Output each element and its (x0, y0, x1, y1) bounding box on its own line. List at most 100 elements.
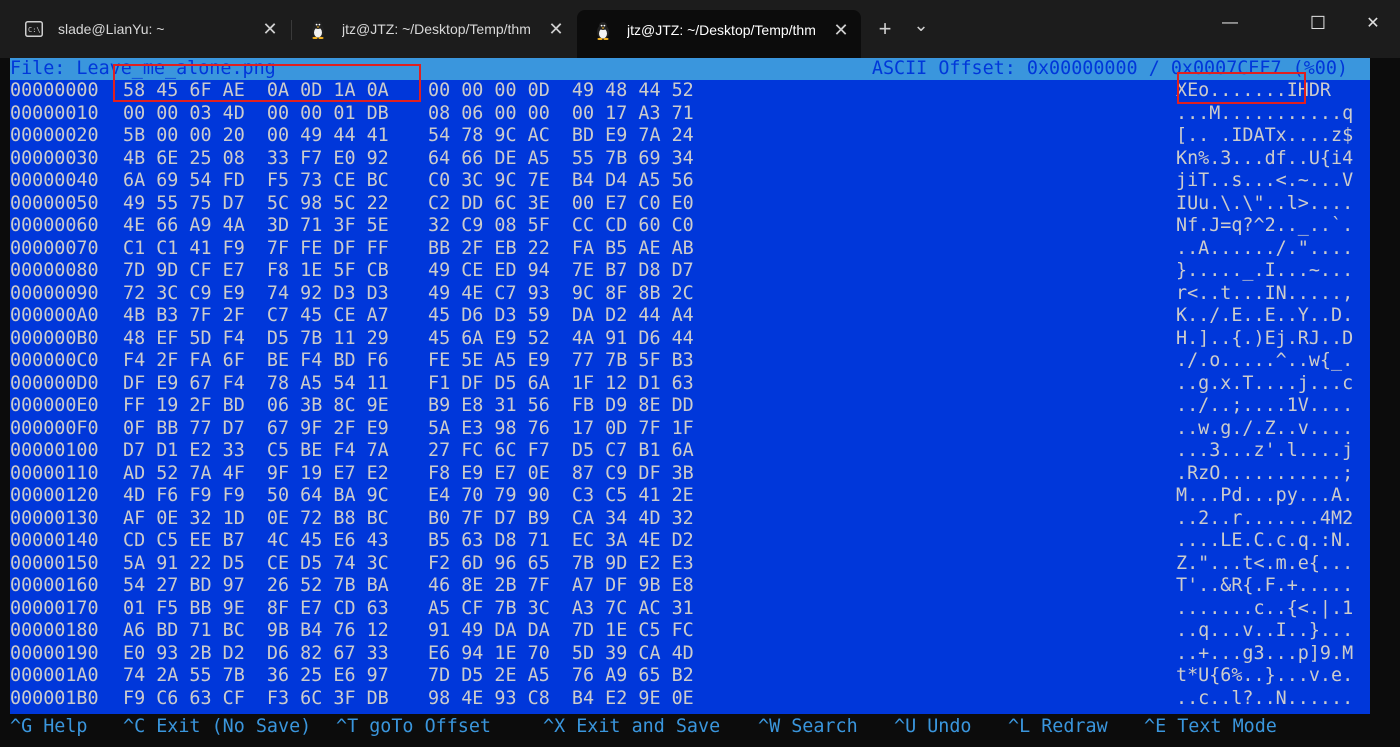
tab-label: slade@LianYu: ~ (58, 21, 165, 37)
hex-row[interactable]: 00000090 72 3C C9 E9 74 92 D3 D3 49 4E C7 … (10, 283, 1370, 306)
hex-bytes-group-2: B9 E8 31 56 FB D9 8E DD (428, 395, 694, 416)
hex-bytes-group-1: 54 27 BD 97 26 52 7B BA (123, 575, 389, 596)
hex-bytes-group-2: 45 D6 D3 59 DA D2 44 A4 (428, 305, 694, 326)
hex-bytes-group-2: 32 C9 08 5F CC CD 60 C0 (428, 215, 694, 236)
hex-offset: 00000130 (10, 507, 99, 529)
shortcut-hint: ^C Exit (No Save) (123, 716, 312, 737)
hex-bytes-group-1: 4B B3 7F 2F C7 45 CE A7 (123, 305, 389, 326)
hex-offset: 00000090 (10, 282, 99, 304)
hex-bytes-group-2: B5 63 D8 71 EC 3A 4E D2 (428, 530, 694, 551)
linux-penguin-icon (593, 20, 613, 40)
close-tab-icon[interactable]: ✕ (827, 16, 855, 44)
ascii-column: [.. .IDATx....z$ (1176, 125, 1354, 146)
hex-bytes-group-1: 0F BB 77 D7 67 9F 2F E9 (123, 417, 389, 439)
hex-row[interactable]: 00000140 CD C5 EE B7 4C 45 E6 43 B5 63 D8 … (10, 530, 1370, 553)
hex-row[interactable]: 00000120 4D F6 F9 F9 50 64 BA 9C E4 70 79 … (10, 485, 1370, 508)
hex-bytes-group-2: 08 06 00 00 00 17 A3 71 (428, 102, 694, 124)
tab-slade-lianyu[interactable]: C:\ slade@LianYu: ~ ✕ (8, 10, 290, 48)
hex-row[interactable]: 00000160 54 27 BD 97 26 52 7B BA 46 8E 2B … (10, 575, 1370, 598)
hex-offset: 00000050 (10, 192, 99, 214)
tab-jtz-thm-2-active[interactable]: jtz@JTZ: ~/Desktop/Temp/thm ✕ (577, 10, 861, 58)
hex-bytes-group-1: 74 2A 55 7B 36 25 E6 97 (123, 665, 389, 686)
ascii-column: .......c..{<.|.1 (1176, 597, 1354, 619)
hex-row[interactable]: 00000170 01 F5 BB 9E 8F E7 CD 63 A5 CF 7B … (10, 598, 1370, 621)
hex-row[interactable]: 00000130 AF 0E 32 1D 0E 72 B8 BC B0 7F D7 … (10, 508, 1370, 531)
new-tab-button[interactable]: + (870, 14, 900, 44)
scrollbar[interactable] (1370, 80, 1400, 720)
hex-row[interactable]: 000000B0 48 EF 5D F4 D5 7B 11 29 45 6A E9 … (10, 328, 1370, 351)
hex-row[interactable]: 000000F0 0F BB 77 D7 67 9F 2F E9 5A E3 98 … (10, 418, 1370, 441)
title-bar: C:\ slade@LianYu: ~ ✕ jtz@JTZ: ~/Desktop… (0, 0, 1400, 58)
shortcut-hint: ^W Search (758, 716, 858, 737)
close-window-button[interactable]: ✕ (1346, 0, 1400, 46)
ascii-column: ..q...v..I..}... (1176, 620, 1354, 641)
shortcut-hint: ^E Text Mode (1144, 716, 1277, 737)
hex-row[interactable]: 000000C0 F4 2F FA 6F BE F4 BD F6 FE 5E A5 … (10, 350, 1370, 373)
ascii-column: T'..&R{.F.+..... (1176, 575, 1354, 596)
hex-offset: 00000160 (10, 575, 99, 596)
hex-row[interactable]: 00000110 AD 52 7A 4F 9F 19 E7 E2 F8 E9 E7 … (10, 463, 1370, 486)
hex-row[interactable]: 000001B0 F9 C6 63 CF F3 6C 3F DB 98 4E 93 … (10, 688, 1370, 711)
ascii-column: ..+...g3...p]9.M (1176, 642, 1354, 664)
hex-row[interactable]: 00000030 4B 6E 25 08 33 F7 E0 92 64 66 DE … (10, 148, 1370, 171)
ascii-column: ..c..l?..N...... (1176, 687, 1354, 709)
hex-offset: 000000C0 (10, 350, 99, 371)
ascii-column: M...Pd...py...A. (1176, 485, 1354, 506)
hex-bytes-group-1: CD C5 EE B7 4C 45 E6 43 (123, 530, 389, 551)
hex-bytes-group-2: 7D D5 2E A5 76 A9 65 B2 (428, 665, 694, 686)
hex-offset: 00000190 (10, 642, 99, 664)
maximize-button[interactable]: ☐ (1288, 0, 1348, 46)
hex-bytes-group-1: 49 55 75 D7 5C 98 5C 22 (123, 192, 389, 214)
close-tab-icon[interactable]: ✕ (256, 15, 284, 43)
close-tab-icon[interactable]: ✕ (542, 15, 570, 43)
ascii-column: r<..t...IN....., (1176, 282, 1354, 304)
hex-row[interactable]: 000000E0 FF 19 2F BD 06 3B 8C 9E B9 E8 31 … (10, 395, 1370, 418)
hex-bytes-group-2: 5A E3 98 76 17 0D 7F 1F (428, 417, 694, 439)
hex-row[interactable]: 00000010 00 00 03 4D 00 00 01 DB 08 06 00 … (10, 103, 1370, 126)
hex-rows[interactable]: 00000000 58 45 6F AE 0A 0D 1A 0A 00 00 00 … (10, 80, 1370, 710)
hex-bytes-group-2: 46 8E 2B 7F A7 DF 9B E8 (428, 575, 694, 596)
ascii-column: }....._.I...~... (1176, 260, 1354, 281)
hex-row[interactable]: 00000040 6A 69 54 FD F5 73 CE BC C0 3C 9C … (10, 170, 1370, 193)
hex-bytes-group-1: 4E 66 A9 4A 3D 71 3F 5E (123, 215, 389, 236)
hex-offset: 00000150 (10, 552, 99, 574)
hex-offset: 000000A0 (10, 305, 99, 326)
hex-offset: 000001B0 (10, 687, 99, 709)
ascii-column: IUu.\.\"..l>.... (1176, 192, 1354, 214)
hex-bytes-group-1: 00 00 03 4D 00 00 01 DB (123, 102, 389, 124)
hex-row[interactable]: 000000A0 4B B3 7F 2F C7 45 CE A7 45 D6 D3 … (10, 305, 1370, 328)
hex-offset: 00000060 (10, 215, 99, 236)
tab-jtz-thm-1[interactable]: jtz@JTZ: ~/Desktop/Temp/thm ✕ (292, 10, 576, 48)
hex-bytes-group-1: 5B 00 00 20 00 49 44 41 (123, 125, 389, 146)
tab-dropdown-button[interactable]: ⌄ (906, 10, 936, 40)
shortcut-hint: ^L Redraw (1008, 716, 1108, 737)
hexedit-view[interactable]: File: Leave_me_alone.png ASCII Offset: 0… (10, 58, 1370, 714)
hex-row[interactable]: 00000100 D7 D1 E2 33 C5 BE F4 7A 27 FC 6C … (10, 440, 1370, 463)
hex-offset: 000000E0 (10, 395, 99, 416)
hex-row[interactable]: 00000150 5A 91 22 D5 CE D5 74 3C F2 6D 96 … (10, 553, 1370, 576)
hex-row[interactable]: 000001A0 74 2A 55 7B 36 25 E6 97 7D D5 2E … (10, 665, 1370, 688)
hex-row[interactable]: 00000020 5B 00 00 20 00 49 44 41 54 78 9C … (10, 125, 1370, 148)
hex-row[interactable]: 00000070 C1 C1 41 F9 7F FE DF FF BB 2F EB … (10, 238, 1370, 261)
hex-row[interactable]: 00000190 E0 93 2B D2 D6 82 67 33 E6 94 1E … (10, 643, 1370, 666)
hex-bytes-group-2: FE 5E A5 E9 77 7B 5F B3 (428, 350, 694, 371)
hex-offset: 00000170 (10, 597, 99, 619)
hex-row[interactable]: 000000D0 DF E9 67 F4 78 A5 54 11 F1 DF D5 … (10, 373, 1370, 396)
ascii-column: Kn%.3...df..U{i4 (1176, 147, 1354, 169)
hex-bytes-group-1: DF E9 67 F4 78 A5 54 11 (123, 372, 389, 394)
linux-penguin-icon (308, 19, 328, 39)
hex-bytes-group-2: 91 49 DA DA 7D 1E C5 FC (428, 620, 694, 641)
hex-bytes-group-2: 27 FC 6C F7 D5 C7 B1 6A (428, 440, 694, 461)
hex-bytes-group-2: 54 78 9C AC BD E9 7A 24 (428, 125, 694, 146)
ascii-column: jiT..s...<.~...V (1176, 170, 1354, 191)
hex-bytes-group-2: 64 66 DE A5 55 7B 69 34 (428, 147, 694, 169)
hex-bytes-group-1: 4B 6E 25 08 33 F7 E0 92 (123, 147, 389, 169)
hex-row[interactable]: 00000080 7D 9D CF E7 F8 1E 5F CB 49 CE ED … (10, 260, 1370, 283)
hex-row[interactable]: 00000180 A6 BD 71 BC 9B B4 76 12 91 49 DA … (10, 620, 1370, 643)
ascii-column: ..A....../.".... (1176, 237, 1354, 259)
hex-bytes-group-1: AF 0E 32 1D 0E 72 B8 BC (123, 507, 389, 529)
terminal-pane[interactable]: File: Leave_me_alone.png ASCII Offset: 0… (0, 58, 1400, 747)
minimize-button[interactable]: — (1200, 0, 1260, 46)
hex-row[interactable]: 00000060 4E 66 A9 4A 3D 71 3F 5E 32 C9 08 … (10, 215, 1370, 238)
hex-row[interactable]: 00000050 49 55 75 D7 5C 98 5C 22 C2 DD 6C … (10, 193, 1370, 216)
